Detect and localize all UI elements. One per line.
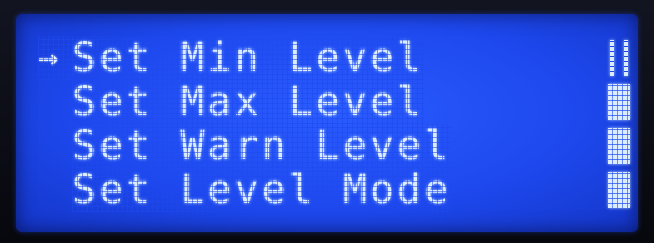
menu-item-label: Set Min Level (72, 35, 425, 81)
menu-item-set-max-level[interactable]: Set Max Level (38, 79, 630, 125)
lcd-screen: → Set Min Level Set Max Level Set Warn L… (16, 14, 638, 232)
menu-item-set-level-mode[interactable]: Set Level Mode (38, 167, 630, 213)
selection-arrow-icon: → (38, 36, 72, 80)
scrollbar-empty-block-icon (608, 40, 630, 76)
lcd-bezel: → Set Min Level Set Max Level Set Warn L… (0, 0, 654, 243)
menu-item-label: Set Max Level (72, 79, 425, 125)
scrollbar-filled-block-icon (608, 84, 630, 120)
menu-item-label: Set Level Mode (72, 167, 452, 213)
scrollbar-filled-block-icon (608, 172, 630, 208)
scrollbar-filled-block-icon (608, 128, 630, 164)
menu-item-label: Set Warn Level (72, 123, 452, 169)
menu-item-set-warn-level[interactable]: Set Warn Level (38, 123, 630, 169)
menu-item-set-min-level[interactable]: → Set Min Level (38, 36, 628, 80)
